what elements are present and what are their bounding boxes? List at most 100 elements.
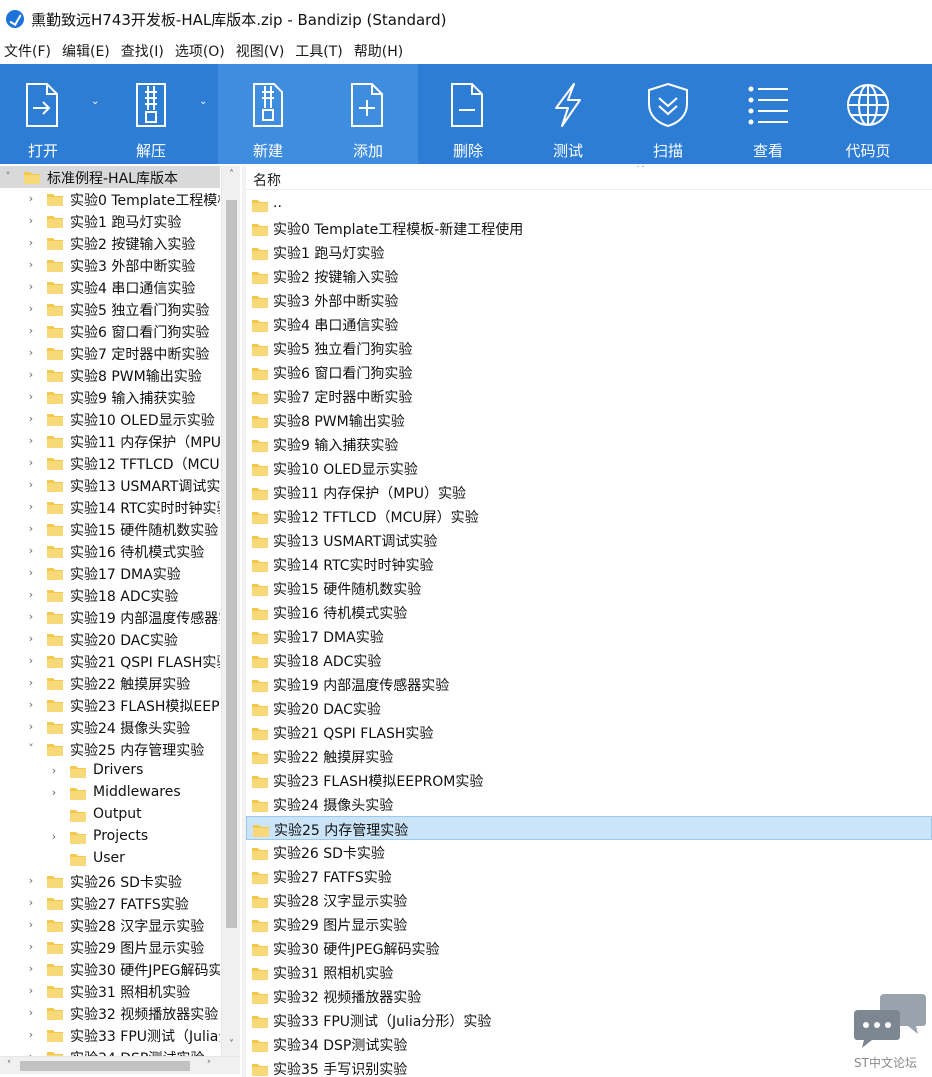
menu-edit[interactable]: 编辑(E) <box>58 41 114 61</box>
add-button[interactable]: 添加 <box>318 64 418 164</box>
chevron-right-icon[interactable]: › <box>25 213 37 229</box>
list-item[interactable]: 实验18 ADC实验 <box>246 648 932 672</box>
chevron-right-icon[interactable]: › <box>25 257 37 273</box>
tree-item[interactable]: › 实验26 SD卡实验 <box>0 870 220 892</box>
tree-item[interactable]: › 实验28 汉字显示实验 <box>0 914 220 936</box>
chevron-right-icon[interactable]: › <box>25 895 37 911</box>
tree-item[interactable]: › 实验24 摄像头实验 <box>0 716 220 738</box>
column-header-name[interactable]: 名称 ^ <box>246 166 932 190</box>
list-item[interactable]: 实验0 Template工程模板-新建工程使用 <box>246 216 932 240</box>
list-item[interactable]: 实验9 输入捕获实验 <box>246 432 932 456</box>
list-item[interactable]: 实验6 窗口看门狗实验 <box>246 360 932 384</box>
tree-vertical-scrollbar[interactable]: ˄ ˅ <box>221 166 240 1056</box>
chevron-right-icon[interactable]: › <box>25 455 37 471</box>
chevron-right-icon[interactable]: › <box>25 873 37 889</box>
chevron-right-icon[interactable]: › <box>25 323 37 339</box>
new-archive-button[interactable]: 新建 <box>218 64 318 164</box>
tree-item[interactable]: › 实验8 PWM输出实验 <box>0 364 220 386</box>
tree-item[interactable]: › 实验18 ADC实验 <box>0 584 220 606</box>
extract-dropdown[interactable]: ⌄ <box>194 64 218 164</box>
list-item[interactable]: 实验2 按键输入实验 <box>246 264 932 288</box>
list-item[interactable]: 实验27 FATFS实验 <box>246 864 932 888</box>
chevron-right-icon[interactable]: › <box>25 631 37 647</box>
chevron-right-icon[interactable]: › <box>25 345 37 361</box>
chevron-right-icon[interactable]: › <box>25 609 37 625</box>
list-item[interactable]: 实验10 OLED显示实验 <box>246 456 932 480</box>
tree-item[interactable]: › 实验30 硬件JPEG解码实验 <box>0 958 220 980</box>
tree-item[interactable]: ˅ 实验25 内存管理实验 <box>0 738 220 760</box>
chevron-right-icon[interactable]: › <box>25 521 37 537</box>
list-item[interactable]: 实验15 硬件随机数实验 <box>246 576 932 600</box>
chevron-right-icon[interactable]: › <box>25 675 37 691</box>
chevron-right-icon[interactable]: › <box>25 279 37 295</box>
list-item[interactable]: 实验17 DMA实验 <box>246 624 932 648</box>
tree-item[interactable]: › 实验22 触摸屏实验 <box>0 672 220 694</box>
list-item[interactable]: 实验13 USMART调试实验 <box>246 528 932 552</box>
list-item[interactable]: 实验7 定时器中断实验 <box>246 384 932 408</box>
chevron-right-icon[interactable]: › <box>25 697 37 713</box>
list-item[interactable]: 实验16 待机模式实验 <box>246 600 932 624</box>
chevron-right-icon[interactable]: › <box>25 565 37 581</box>
chevron-right-icon[interactable]: › <box>25 433 37 449</box>
list-item[interactable]: 实验12 TFTLCD（MCU屏）实验 <box>246 504 932 528</box>
tree-item[interactable]: › 实验11 内存保护（MPU）实验 <box>0 430 220 452</box>
list-item[interactable]: 实验11 内存保护（MPU）实验 <box>246 480 932 504</box>
chevron-right-icon[interactable]: › <box>25 367 37 383</box>
tree-item[interactable]: › 实验3 外部中断实验 <box>0 254 220 276</box>
list-item[interactable]: 实验8 PWM输出实验 <box>246 408 932 432</box>
chevron-right-icon[interactable]: › <box>25 1027 37 1043</box>
chevron-right-icon[interactable]: › <box>25 983 37 999</box>
chevron-right-icon[interactable]: › <box>25 411 37 427</box>
list-item[interactable]: 实验3 外部中断实验 <box>246 288 932 312</box>
tree-item[interactable]: › 实验13 USMART调试实验 <box>0 474 220 496</box>
tree-root-item[interactable]: ˅ 标准例程-HAL库版本 <box>0 166 220 188</box>
tree-item[interactable]: › 实验12 TFTLCD（MCU屏）实验 <box>0 452 220 474</box>
tree-item[interactable]: › 实验33 FPU测试（Julia分形）实验 <box>0 1024 220 1046</box>
list-item[interactable]: 实验21 QSPI FLASH实验 <box>246 720 932 744</box>
list-item[interactable]: 实验35 手写识别实验 <box>246 1056 932 1077</box>
scroll-down-arrow-icon[interactable]: ˅ <box>222 1036 241 1054</box>
tree-item[interactable]: › 实验7 定时器中断实验 <box>0 342 220 364</box>
chevron-right-icon[interactable]: › <box>25 389 37 405</box>
tree-item[interactable]: › 实验17 DMA实验 <box>0 562 220 584</box>
tree-horizontal-scrollbar[interactable]: ˂ ˃ <box>0 1056 240 1074</box>
open-dropdown[interactable]: ⌄ <box>86 64 108 164</box>
open-button[interactable]: 打开 <box>0 64 86 164</box>
scan-button[interactable]: 扫描 <box>618 64 718 164</box>
tree-item[interactable]: › Middlewares <box>0 782 220 804</box>
chevron-right-icon[interactable]: › <box>25 1005 37 1021</box>
tree-item[interactable]: › 实验9 输入捕获实验 <box>0 386 220 408</box>
chevron-right-icon[interactable]: › <box>25 653 37 669</box>
list-item[interactable]: 实验4 串口通信实验 <box>246 312 932 336</box>
chevron-right-icon[interactable]: › <box>25 543 37 559</box>
chevron-right-icon[interactable]: › <box>25 961 37 977</box>
scroll-up-arrow-icon[interactable]: ˄ <box>222 166 241 184</box>
tree-scroll-thumb[interactable] <box>226 200 237 928</box>
chevron-right-icon[interactable]: › <box>25 917 37 933</box>
tree-item[interactable]: Output <box>0 804 220 826</box>
list-item[interactable]: 实验33 FPU测试（Julia分形）实验 <box>246 1008 932 1032</box>
tree-item[interactable]: › 实验6 窗口看门狗实验 <box>0 320 220 342</box>
tree-item[interactable]: › 实验1 跑马灯实验 <box>0 210 220 232</box>
list-item[interactable]: 实验19 内部温度传感器实验 <box>246 672 932 696</box>
scroll-right-arrow-icon[interactable]: ˃ <box>200 1057 218 1075</box>
tree-item[interactable]: User <box>0 848 220 870</box>
chevron-right-icon[interactable]: › <box>25 499 37 515</box>
list-item[interactable]: 实验1 跑马灯实验 <box>246 240 932 264</box>
test-button[interactable]: 测试 <box>518 64 618 164</box>
codepage-button[interactable]: 代码页 <box>818 64 918 164</box>
tree-item[interactable]: › 实验15 硬件随机数实验 <box>0 518 220 540</box>
chevron-right-icon[interactable]: › <box>25 301 37 317</box>
menu-file[interactable]: 文件(F) <box>0 41 55 61</box>
menu-help[interactable]: 帮助(H) <box>350 41 407 61</box>
tree-item[interactable]: › 实验23 FLASH模拟EEPROM实验 <box>0 694 220 716</box>
list-item[interactable]: 实验22 触摸屏实验 <box>246 744 932 768</box>
chevron-right-icon[interactable]: › <box>25 477 37 493</box>
chevron-right-icon[interactable]: › <box>25 719 37 735</box>
list-item[interactable]: 实验20 DAC实验 <box>246 696 932 720</box>
list-item[interactable]: 实验31 照相机实验 <box>246 960 932 984</box>
list-item[interactable]: 实验5 独立看门狗实验 <box>246 336 932 360</box>
list-item[interactable]: 实验28 汉字显示实验 <box>246 888 932 912</box>
tree-item[interactable]: › Projects <box>0 826 220 848</box>
tree-item[interactable]: › 实验2 按键输入实验 <box>0 232 220 254</box>
